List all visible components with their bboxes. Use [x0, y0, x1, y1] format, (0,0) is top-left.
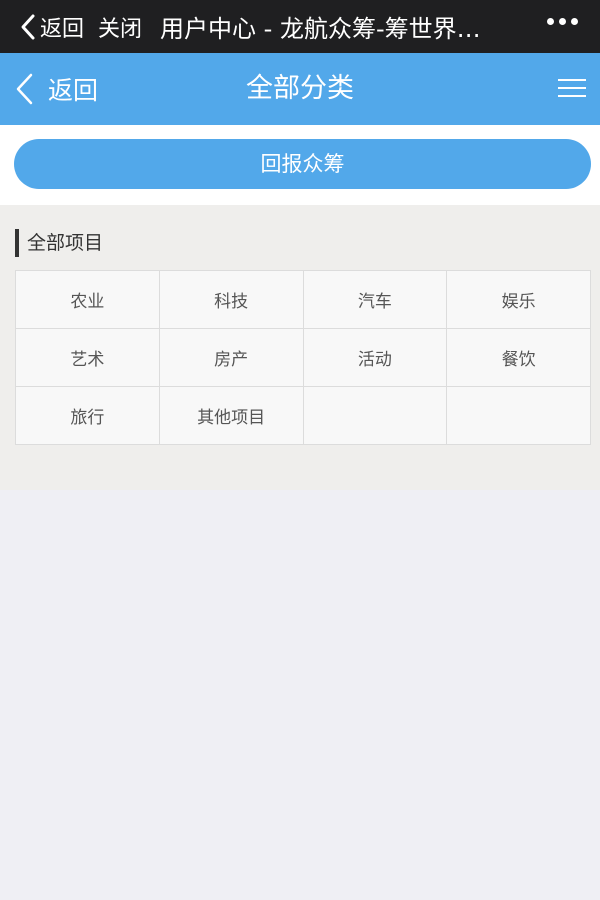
category-section: 全部项目 农业 科技 汽车 娱乐 艺术 房产 活动 餐饮 旅行 其他项目: [0, 205, 600, 490]
header-back-label: 返回: [48, 76, 99, 105]
category-events[interactable]: 活动: [303, 329, 448, 387]
category-other-projects[interactable]: 其他项目: [159, 387, 304, 445]
category-real-estate[interactable]: 房产: [159, 329, 304, 387]
wechat-back-label: 返回: [40, 16, 85, 42]
category-catering[interactable]: 餐饮: [447, 329, 591, 387]
empty-grid-cell: [303, 387, 448, 445]
chevron-left-icon: [16, 73, 33, 105]
menu-icon[interactable]: [558, 79, 586, 101]
empty-grid-cell: [447, 387, 591, 445]
category-entertainment[interactable]: 娱乐: [447, 271, 591, 329]
category-travel[interactable]: 旅行: [16, 387, 160, 445]
section-title: 全部项目: [15, 229, 103, 257]
category-automobile[interactable]: 汽车: [303, 271, 448, 329]
app-header: 返回 全部分类: [0, 53, 600, 125]
category-grid: 农业 科技 汽车 娱乐 艺术 房产 活动 餐饮 旅行 其他项目: [15, 270, 591, 445]
wechat-close-button[interactable]: 关闭: [98, 11, 142, 43]
wechat-page-title: 用户中心 - 龙航众筹-筹世界…: [160, 15, 481, 43]
category-agriculture[interactable]: 农业: [16, 271, 160, 329]
header-back-button[interactable]: 返回: [14, 53, 98, 125]
return-crowdfunding-button[interactable]: 回报众筹: [14, 139, 591, 189]
more-options-icon[interactable]: [547, 18, 578, 25]
wechat-back-button[interactable]: 返回: [0, 0, 84, 53]
button-area: 回报众筹: [0, 125, 600, 205]
chevron-left-icon: [21, 14, 35, 39]
category-art[interactable]: 艺术: [16, 329, 160, 387]
wechat-top-bar: 返回 关闭 用户中心 - 龙航众筹-筹世界…: [0, 0, 600, 53]
category-technology[interactable]: 科技: [159, 271, 304, 329]
